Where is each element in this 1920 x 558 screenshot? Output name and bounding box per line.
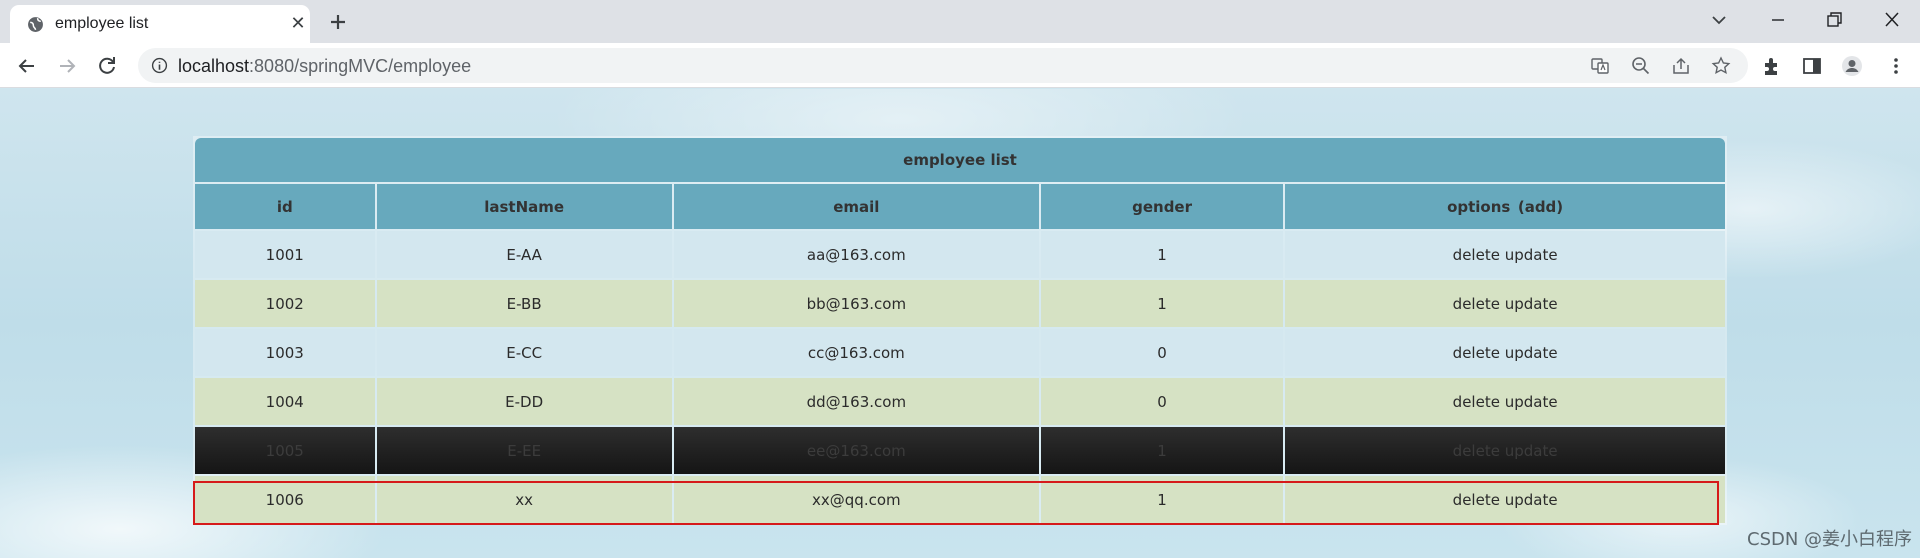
table-row: 1004 E-DD dd@163.com 0 delete update — [195, 378, 1725, 425]
cell-options-delete-update[interactable]: delete update — [1285, 280, 1725, 327]
table-caption: employee list — [195, 138, 1725, 182]
table-row-highlighted: 1006 xx xx@qq.com 1 delete update — [195, 476, 1725, 523]
cell-id: 1002 — [195, 280, 375, 327]
cell-email: aa@163.com — [673, 231, 1039, 278]
header-gender: gender — [1040, 184, 1284, 229]
url-path: :8080/springMVC/employee — [249, 56, 472, 76]
address-bar[interactable]: localhost:8080/springMVC/employee — [138, 48, 1748, 83]
url-text[interactable]: localhost:8080/springMVC/employee — [178, 56, 471, 77]
cell-email: ee@163.com — [673, 427, 1039, 474]
csdn-watermark: CSDN @姜小白程序 — [1747, 529, 1913, 550]
cell-gender: 0 — [1040, 329, 1284, 376]
cell-gender: 1 — [1040, 427, 1284, 474]
cell-lastname: E-BB — [376, 280, 672, 327]
cell-email: xx@qq.com — [673, 476, 1039, 523]
translate-icon[interactable] — [1590, 56, 1610, 76]
table-row: 1002 E-BB bb@163.com 1 delete update — [195, 280, 1725, 327]
new-tab-plus-icon[interactable] — [326, 10, 350, 34]
cell-id: 1001 — [195, 231, 375, 278]
cell-options-delete-update[interactable]: delete update — [1285, 231, 1725, 278]
back-arrow-icon[interactable] — [14, 53, 40, 79]
page-content: employee list id lastName email gender o… — [0, 89, 1920, 558]
tab-strip: employee list ✕ — [0, 0, 1920, 43]
header-id: id — [195, 184, 375, 229]
forward-arrow-icon[interactable] — [54, 53, 80, 79]
minimize-icon[interactable] — [1764, 8, 1792, 32]
cell-options-delete-update[interactable]: delete update — [1285, 476, 1725, 523]
cell-options-delete-update[interactable]: delete update — [1285, 378, 1725, 425]
site-info-icon[interactable] — [151, 57, 168, 74]
bookmark-star-icon[interactable] — [1711, 56, 1731, 76]
header-lastname: lastName — [376, 184, 672, 229]
restore-icon[interactable] — [1820, 8, 1848, 32]
tab-search-chevron-down-icon[interactable] — [1705, 8, 1733, 32]
cell-options-delete-update[interactable]: delete update — [1285, 329, 1725, 376]
cell-lastname: E-CC — [376, 329, 672, 376]
tab-title: employee list — [55, 15, 149, 32]
reload-icon[interactable] — [94, 53, 120, 79]
url-host: localhost — [178, 56, 250, 76]
close-tab-icon[interactable]: ✕ — [288, 14, 308, 34]
zoom-out-icon[interactable] — [1631, 56, 1651, 76]
table-row: 1003 E-CC cc@163.com 0 delete update — [195, 329, 1725, 376]
table-header-row: id lastName email gender options (add) — [195, 184, 1725, 229]
cell-gender: 0 — [1040, 378, 1284, 425]
cell-email: dd@163.com — [673, 378, 1039, 425]
profile-avatar-icon[interactable] — [1841, 55, 1863, 77]
globe-icon — [28, 17, 43, 32]
close-window-icon[interactable] — [1878, 8, 1906, 32]
cell-gender: 1 — [1040, 280, 1284, 327]
table-row: 1001 E-AA aa@163.com 1 delete update — [195, 231, 1725, 278]
cell-lastname: E-DD — [376, 378, 672, 425]
browser-toolbar: localhost:8080/springMVC/employee — [0, 43, 1920, 88]
table-row-hovered: 1005 E-EE ee@163.com 1 delete update — [195, 427, 1725, 474]
cell-options-delete-update[interactable]: delete update — [1285, 427, 1725, 474]
cell-id: 1004 — [195, 378, 375, 425]
cell-gender: 1 — [1040, 476, 1284, 523]
side-panel-icon[interactable] — [1801, 55, 1823, 77]
browser-tab[interactable]: employee list ✕ — [10, 5, 310, 43]
cell-id: 1005 — [195, 427, 375, 474]
cell-email: bb@163.com — [673, 280, 1039, 327]
header-email: email — [673, 184, 1039, 229]
cell-lastname: E-AA — [376, 231, 672, 278]
share-icon[interactable] — [1671, 56, 1691, 76]
extensions-puzzle-icon[interactable] — [1761, 55, 1783, 77]
employee-table: employee list id lastName email gender o… — [193, 136, 1727, 525]
cell-id: 1006 — [195, 476, 375, 523]
cell-id: 1003 — [195, 329, 375, 376]
cell-lastname: E-EE — [376, 427, 672, 474]
cell-email: cc@163.com — [673, 329, 1039, 376]
kebab-menu-icon[interactable] — [1885, 55, 1907, 77]
cell-lastname: xx — [376, 476, 672, 523]
cell-gender: 1 — [1040, 231, 1284, 278]
header-options-add-link[interactable]: options (add) — [1285, 184, 1725, 229]
